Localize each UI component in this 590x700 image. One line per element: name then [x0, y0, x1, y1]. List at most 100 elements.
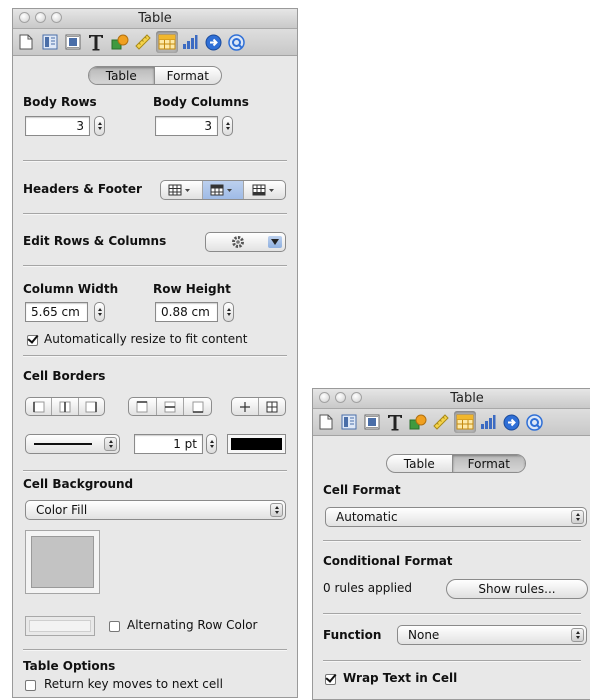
outer-borders-group [25, 397, 105, 416]
inspector-window-format: Table Table Format Cell Format Automatic… [312, 388, 590, 700]
row-height-field[interactable]: 0.88 cm [155, 302, 218, 322]
inspector-toolbar [313, 409, 590, 436]
header-columns-button[interactable] [201, 181, 244, 199]
title-bar[interactable]: Table [13, 9, 297, 29]
fill-color-swatch [31, 536, 94, 588]
table-inspector-icon[interactable] [454, 411, 476, 433]
body-rows-field[interactable]: 3 [25, 116, 90, 136]
border-width-stepper[interactable] [206, 434, 217, 454]
table-format-tabs: Table Format [88, 66, 222, 85]
cell-format-label: Cell Format [323, 483, 401, 497]
function-label: Function [323, 628, 382, 642]
metrics-inspector-icon[interactable] [134, 33, 152, 51]
divider [23, 265, 287, 266]
column-width-label: Column Width [23, 282, 119, 296]
body-rows-stepper[interactable] [94, 116, 105, 136]
border-style-popup[interactable] [25, 434, 120, 454]
wrap-text-checkbox[interactable] [325, 674, 336, 685]
title-bar[interactable]: Table [313, 389, 590, 409]
metrics-inspector-icon[interactable] [432, 413, 450, 431]
tab-format[interactable]: Format [153, 67, 221, 84]
divider [23, 160, 287, 161]
popup-arrows-icon [104, 437, 117, 451]
edit-rows-columns-menu[interactable] [205, 232, 286, 252]
edit-rows-columns-label: Edit Rows & Columns [23, 234, 167, 248]
table-format-tabs: Table Format [386, 454, 526, 473]
layout-inspector-icon[interactable] [41, 33, 59, 51]
function-popup[interactable]: None [397, 625, 587, 645]
body-columns-field[interactable]: 3 [155, 116, 218, 136]
row-height-label: Row Height [153, 282, 231, 296]
document-inspector-icon[interactable] [317, 413, 335, 431]
chart-inspector-icon[interactable] [181, 33, 199, 51]
link-inspector-icon[interactable] [502, 413, 520, 431]
auto-resize-checkbox[interactable] [27, 335, 38, 346]
text-inspector-icon[interactable] [386, 413, 404, 431]
window-title: Table [450, 391, 484, 406]
border-top-button[interactable] [129, 398, 156, 415]
cell-borders-label: Cell Borders [23, 369, 106, 383]
border-bottom-button[interactable] [183, 398, 211, 415]
link-inspector-icon[interactable] [204, 33, 222, 51]
divider [323, 660, 581, 661]
chart-inspector-icon[interactable] [479, 413, 497, 431]
column-width-stepper[interactable] [94, 302, 105, 322]
inspector-toolbar [13, 29, 297, 56]
alternating-color-swatch [29, 620, 91, 632]
alternating-row-label: Alternating Row Color [127, 618, 258, 632]
gear-icon [230, 234, 246, 255]
graphic-inspector-icon[interactable] [409, 413, 427, 431]
table-options-label: Table Options [23, 659, 116, 673]
border-left-button[interactable] [26, 398, 51, 415]
inspector-window-table: Table Table Format Body Rows Body Column… [12, 8, 298, 698]
header-rows-button[interactable] [161, 181, 202, 199]
window-title: Table [138, 11, 172, 26]
popup-arrows-icon [571, 628, 584, 642]
fill-color-well[interactable] [25, 530, 100, 594]
wrap-inspector-icon[interactable] [64, 33, 82, 51]
chevron-down-icon [268, 236, 282, 248]
rules-applied-text: 0 rules applied [323, 581, 413, 595]
popup-arrows-icon [270, 503, 283, 517]
graphic-inspector-icon[interactable] [111, 33, 129, 51]
cell-background-label: Cell Background [23, 477, 134, 491]
column-width-field[interactable]: 5.65 cm [25, 302, 88, 322]
divider [23, 213, 287, 214]
alternating-color-well[interactable] [25, 616, 95, 636]
border-vertical-button[interactable] [51, 398, 77, 415]
footer-rows-button[interactable] [243, 181, 285, 199]
cell-format-popup[interactable]: Automatic [325, 507, 587, 527]
body-columns-stepper[interactable] [222, 116, 233, 136]
row-height-stepper[interactable] [223, 302, 234, 322]
layout-inspector-icon[interactable] [340, 413, 358, 431]
wrap-text-label: Wrap Text in Cell [343, 671, 458, 685]
cell-format-value: Automatic [336, 510, 398, 524]
tab-table[interactable]: Table [89, 67, 154, 84]
border-color-swatch [231, 438, 282, 450]
border-all-button[interactable] [258, 398, 285, 415]
alternating-row-checkbox[interactable] [109, 621, 120, 632]
tab-format[interactable]: Format [451, 455, 525, 472]
line-style-swatch [34, 443, 92, 445]
wrap-inspector-icon[interactable] [363, 413, 381, 431]
close-window-button[interactable] [319, 392, 330, 403]
text-inspector-icon[interactable] [87, 33, 105, 51]
border-horizontal-button[interactable] [155, 398, 184, 415]
show-rules-button[interactable]: Show rules... [446, 579, 588, 599]
return-key-label: Return key moves to next cell [44, 677, 223, 691]
divider [323, 613, 581, 614]
auto-resize-label: Automatically resize to fit content [44, 332, 248, 346]
conditional-format-label: Conditional Format [323, 554, 453, 568]
return-key-checkbox[interactable] [25, 680, 36, 691]
quicktime-inspector-icon[interactable] [227, 33, 245, 51]
border-color-well[interactable] [227, 434, 286, 454]
divider [323, 540, 581, 541]
border-right-button[interactable] [77, 398, 104, 415]
fill-type-popup[interactable]: Color Fill [25, 500, 286, 520]
quicktime-inspector-icon[interactable] [525, 413, 543, 431]
tab-table[interactable]: Table [387, 455, 452, 472]
document-inspector-icon[interactable] [17, 33, 35, 51]
border-inner-button[interactable] [232, 398, 258, 415]
table-inspector-icon[interactable] [156, 31, 178, 53]
border-width-field[interactable]: 1 pt [134, 434, 203, 454]
